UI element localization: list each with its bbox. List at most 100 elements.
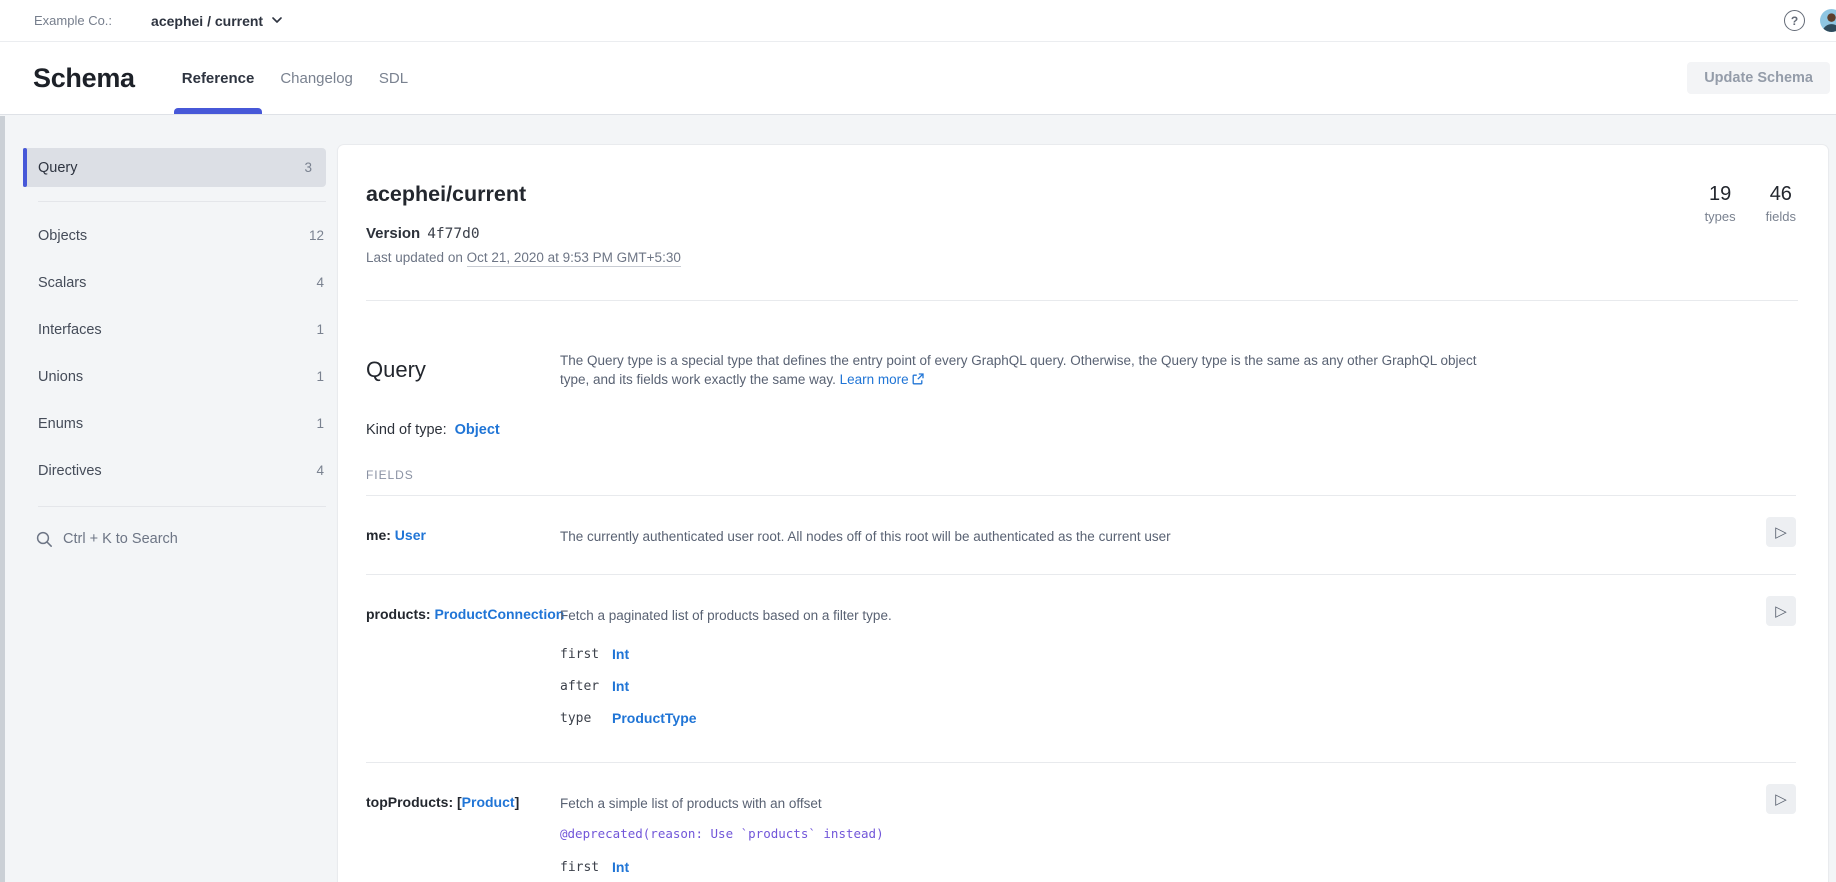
help-icon[interactable]: ?	[1784, 10, 1805, 31]
type-description: The Query type is a special type that de…	[560, 351, 1500, 390]
version-label: Version	[366, 225, 420, 242]
org-label: Example Co.:	[34, 13, 112, 28]
last-updated-prefix: Last updated on	[366, 250, 467, 265]
update-schema-button[interactable]: Update Schema	[1687, 62, 1830, 94]
field-type-link[interactable]: ProductConnection	[434, 606, 564, 622]
field-row-products: products: ProductConnection Fetch a pagi…	[366, 575, 1796, 763]
sidebar-item-interfaces[interactable]: Interfaces 1	[0, 306, 338, 353]
field-signature: products: ProductConnection	[366, 602, 560, 734]
type-description-text: The Query type is a special type that de…	[560, 353, 1476, 387]
graph-title: acephei/current	[366, 181, 1798, 207]
sidebar-item-count: 4	[316, 275, 338, 290]
stat-label: types	[1705, 209, 1736, 224]
field-arguments: first Int	[560, 851, 1736, 882]
search-hint: Ctrl + K to Search	[63, 531, 178, 547]
argument-row: after Int	[560, 670, 1736, 702]
field-name: topProducts:	[366, 794, 453, 810]
argument-type-link[interactable]: ProductType	[612, 710, 697, 726]
version-line: Version 4f77d0	[366, 225, 1798, 244]
sidebar-item-query[interactable]: Query 3	[23, 148, 326, 187]
kind-value-link[interactable]: Object	[455, 422, 500, 438]
run-in-explorer-button[interactable]: ▷	[1766, 596, 1796, 626]
sidebar-item-count: 1	[316, 322, 338, 337]
tab-reference[interactable]: Reference	[169, 42, 268, 114]
argument-type-link[interactable]: Int	[612, 646, 629, 662]
argument-name: first	[560, 647, 612, 662]
fields-heading: FIELDS	[366, 468, 1796, 482]
schema-type-sidebar: Query 3 Objects 12 Scalars 4 Interfaces …	[0, 116, 338, 571]
divider	[366, 300, 1798, 301]
run-in-explorer-button[interactable]: ▷	[1766, 517, 1796, 547]
run-in-explorer-button[interactable]: ▷	[1766, 784, 1796, 814]
page-header: Schema Reference Changelog SDL Update Sc…	[0, 42, 1836, 115]
field-description: Fetch a simple list of products with an …	[560, 790, 1460, 814]
sidebar-item-count: 1	[316, 416, 338, 431]
graph-summary: acephei/current Version 4f77d0 Last updat…	[338, 145, 1828, 301]
stat-label: fields	[1766, 209, 1796, 224]
last-updated-line: Last updated on Oct 21, 2020 at 9:53 PM …	[366, 250, 1798, 267]
sidebar-item-objects[interactable]: Objects 12	[0, 212, 338, 259]
sidebar-item-directives[interactable]: Directives 4	[0, 447, 338, 494]
field-name: me:	[366, 527, 391, 543]
tab-changelog-label: Changelog	[280, 70, 353, 87]
sidebar-item-count: 12	[309, 228, 338, 243]
field-name: products:	[366, 606, 431, 622]
tab-sdl[interactable]: SDL	[366, 42, 421, 114]
sidebar-item-label: Directives	[38, 463, 102, 479]
argument-name: after	[560, 679, 612, 694]
argument-name: first	[560, 860, 612, 875]
stat-value: 46	[1766, 183, 1796, 206]
sidebar-item-count: 4	[316, 463, 338, 478]
graph-selector-label: acephei / current	[151, 13, 263, 29]
deprecated-directive: @deprecated(reason: Use `products` inste…	[560, 826, 1736, 841]
argument-name: type	[560, 711, 612, 726]
sidebar-list: Objects 12 Scalars 4 Interfaces 1 Unions…	[0, 202, 338, 494]
chevron-down-icon	[272, 17, 282, 24]
field-type-link[interactable]: User	[395, 527, 426, 543]
page-title: Schema	[33, 63, 135, 94]
last-updated-date: Oct 21, 2020 at 9:53 PM GMT+5:30	[467, 250, 681, 267]
learn-more-link[interactable]: Learn more	[840, 372, 909, 387]
field-row-me: me: User The currently authenticated use…	[366, 496, 1796, 575]
search-icon	[36, 531, 53, 548]
sidebar-item-enums[interactable]: Enums 1	[0, 400, 338, 447]
field-row-topproducts: topProducts: [Product] Fetch a simple li…	[366, 763, 1796, 882]
tab-changelog[interactable]: Changelog	[267, 42, 366, 114]
sidebar-item-count: 3	[304, 160, 326, 175]
argument-type-link[interactable]: Int	[612, 859, 629, 875]
field-signature: me: User	[366, 523, 560, 547]
kind-label: Kind of type:	[366, 422, 447, 438]
sidebar-item-label: Objects	[38, 228, 87, 244]
version-value: 4f77d0	[427, 226, 479, 242]
stat-types: 19 types	[1705, 183, 1736, 224]
stat-value: 19	[1705, 183, 1736, 206]
field-arguments: first Int after Int type ProductType	[560, 638, 1736, 734]
sidebar-item-label: Query	[23, 160, 78, 176]
field-body: The currently authenticated user root. A…	[560, 523, 1796, 547]
search-input[interactable]: Ctrl + K to Search	[0, 507, 338, 571]
schema-reference-card: acephei/current Version 4f77d0 Last updat…	[338, 145, 1828, 882]
user-avatar[interactable]	[1820, 9, 1836, 32]
type-name: Query	[366, 357, 560, 383]
schema-stats: 19 types 46 fields	[1705, 183, 1796, 224]
sidebar-item-unions[interactable]: Unions 1	[0, 353, 338, 400]
external-link-icon	[912, 371, 924, 390]
argument-type-link[interactable]: Int	[612, 678, 629, 694]
field-body: Fetch a simple list of products with an …	[560, 790, 1796, 882]
argument-row: first Int	[560, 638, 1736, 670]
kind-of-type-line: Kind of type: Object	[366, 422, 1796, 438]
field-body: Fetch a paginated list of products based…	[560, 602, 1796, 734]
graph-selector[interactable]: acephei / current	[151, 13, 282, 29]
field-type-link[interactable]: Product	[462, 794, 515, 810]
type-header: Query The Query type is a special type t…	[366, 351, 1796, 390]
tab-reference-label: Reference	[182, 70, 255, 87]
tab-bar: Reference Changelog SDL	[169, 42, 421, 114]
type-section-query: Query The Query type is a special type t…	[338, 351, 1828, 882]
argument-row: type ProductType	[560, 702, 1736, 734]
tab-sdl-label: SDL	[379, 70, 408, 87]
sidebar-item-label: Interfaces	[38, 322, 102, 338]
sidebar-item-count: 1	[316, 369, 338, 384]
top-bar: Example Co.: acephei / current ?	[0, 0, 1836, 42]
sidebar-item-scalars[interactable]: Scalars 4	[0, 259, 338, 306]
argument-row: first Int	[560, 851, 1736, 882]
